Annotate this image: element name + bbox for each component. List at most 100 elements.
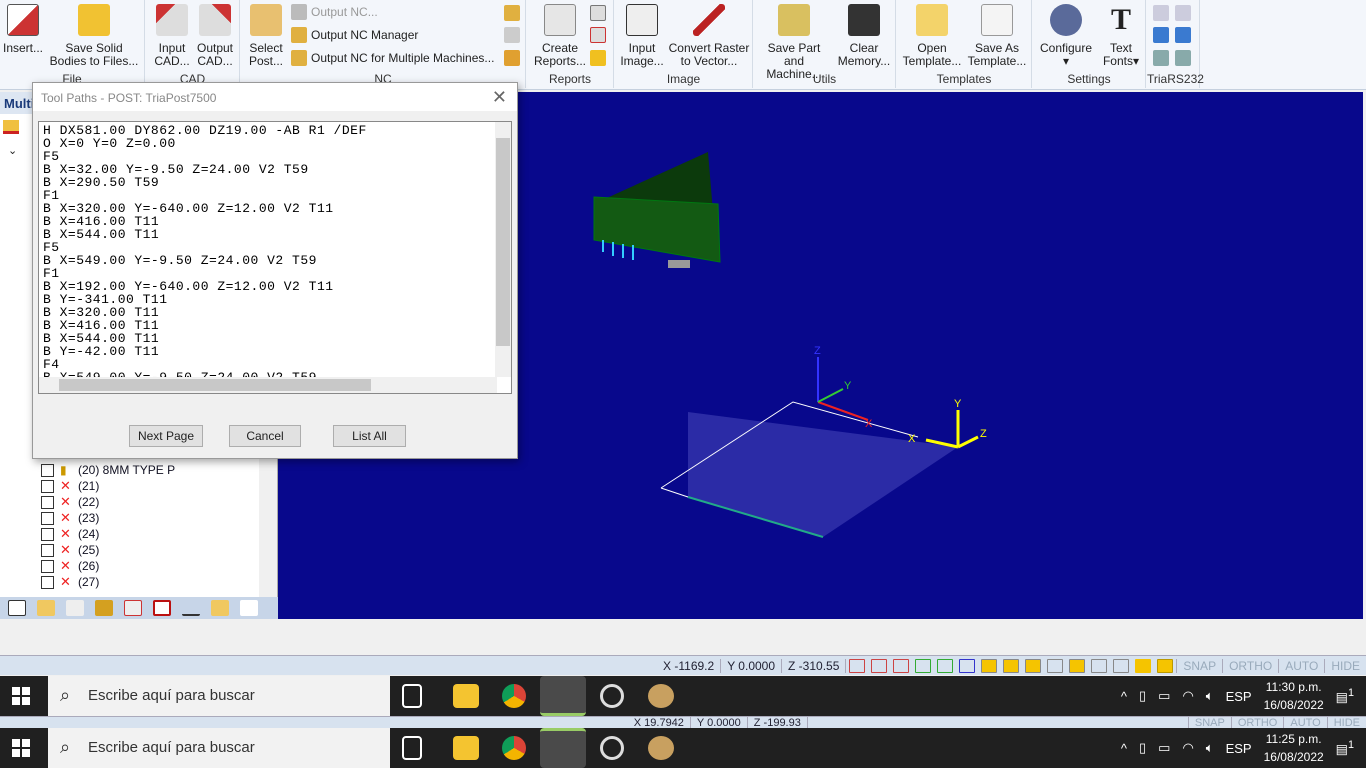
meet-icon[interactable]: ▯ [1139,740,1146,756]
rs232-tools-icon[interactable] [1153,50,1169,66]
checkbox[interactable] [41,559,54,573]
media-app-icon[interactable] [600,684,624,708]
clock[interactable]: 11:30 p.m. 16/08/2022 [1264,678,1324,714]
rs232-tools-icon[interactable] [1175,50,1191,66]
box-view-icon[interactable] [1113,658,1130,673]
chevron-down-icon[interactable]: ⌄ [8,144,17,157]
save-part-machine-button[interactable]: Save Part and Machine... [756,2,832,81]
checkbox[interactable] [41,463,54,477]
box-view-icon[interactable] [1003,658,1020,673]
solid-icon[interactable] [37,600,55,616]
view-front-icon[interactable] [871,658,888,673]
output-nc-manager-button[interactable]: Output NC Manager [291,27,418,43]
axis-icon[interactable] [937,658,954,673]
tool-icon[interactable] [95,600,113,616]
app-active-icon[interactable] [540,728,586,768]
snap-toggle[interactable]: SNAP [1176,658,1222,673]
rs232-transfer-icon[interactable] [1153,27,1169,43]
checkbox[interactable] [41,527,54,541]
convert-raster-button[interactable]: Convert Raster to Vector... [667,2,751,68]
chevron-up-icon[interactable]: ^ [1121,741,1127,756]
tree-icon[interactable] [66,600,84,616]
axis-icon[interactable] [959,658,976,673]
output-nc-multiple-button[interactable]: Output NC for Multiple Machines... [291,50,494,66]
checkbox[interactable] [41,511,54,525]
input-image-button[interactable]: Input Image... [619,2,665,68]
transfer-icon[interactable] [124,600,142,616]
box-view-icon[interactable] [1025,658,1042,673]
save-as-template-button[interactable]: Save As Template... [965,2,1029,68]
meet-icon[interactable]: ▯ [1139,688,1146,704]
report-view-icon[interactable] [590,5,606,21]
paint-palette-icon[interactable] [648,684,674,708]
open-template-button[interactable]: Open Template... [901,2,963,68]
cancel-button[interactable]: Cancel [229,425,301,447]
auto-toggle[interactable]: AUTO [1278,658,1324,673]
media-app-icon[interactable] [600,736,624,760]
chevron-up-icon[interactable]: ^ [1121,689,1127,704]
layers-icon[interactable] [211,600,229,616]
rs232-send-icon[interactable] [1153,5,1169,21]
report-check-icon[interactable] [590,27,606,43]
new-folder-icon[interactable] [3,120,19,134]
wifi-icon[interactable]: ◠ [1182,740,1193,756]
pocket-icon[interactable] [153,600,171,616]
output-cad-button[interactable]: Output CAD... [194,2,236,68]
task-view-icon[interactable] [402,736,422,760]
nc-code-textarea[interactable]: H DX581.00 DY862.00 DZ19.00 -AB R1 /DEF … [38,121,512,394]
origin-icon[interactable] [182,600,200,616]
language-indicator[interactable]: ESP [1226,741,1252,756]
nc-doc-icon[interactable] [504,27,520,43]
checkbox[interactable] [41,543,54,557]
checkbox[interactable] [41,575,54,589]
horizontal-scrollbar[interactable] [39,377,497,393]
chrome-icon[interactable] [502,736,526,760]
text-fonts-button[interactable]: T Text Fonts▾ [1099,2,1143,68]
battery-icon[interactable]: ▭ [1158,740,1170,756]
ortho-toggle[interactable]: ORTHO [1230,717,1284,728]
checkbox[interactable] [41,495,54,509]
list-icon[interactable] [8,600,26,616]
taskbar-search[interactable]: ⌕ Escribe aquí para buscar [48,676,390,716]
plane-icon[interactable] [1157,658,1174,673]
volume-icon[interactable]: 🔈︎ [1206,740,1214,756]
close-icon[interactable]: ✕ [492,87,507,108]
box-view-icon[interactable] [1047,658,1064,673]
insert-button[interactable]: Insert... [2,2,44,55]
tree-item[interactable]: ✕ (25) [0,542,258,558]
file-explorer-icon[interactable] [453,736,479,760]
input-cad-button[interactable]: Input CAD... [152,2,192,68]
snap-toggle[interactable]: SNAP [1187,717,1231,728]
origin-arrow-icon[interactable] [1135,658,1152,673]
nc-list-icon[interactable] [504,5,520,21]
next-page-button[interactable]: Next Page [129,425,203,447]
box-view-icon[interactable] [981,658,998,673]
tree-item[interactable]: ✕ (27) [0,574,258,590]
paint-palette-icon[interactable] [648,736,674,760]
hide-toggle[interactable]: HIDE [1324,658,1366,673]
language-indicator[interactable]: ESP [1226,689,1252,704]
auto-toggle[interactable]: AUTO [1283,717,1326,728]
file-explorer-icon[interactable] [453,684,479,708]
list-all-button[interactable]: List All [333,425,406,447]
tree-item[interactable]: ▮ (20) 8MM TYPE P [0,462,258,478]
notification-icon[interactable]: ▤1 [1336,687,1354,705]
tree-item[interactable]: ✕ (24) [0,526,258,542]
tree-item[interactable]: ✕ (26) [0,558,258,574]
wifi-icon[interactable]: ◠ [1182,688,1193,704]
save-solid-bodies-button[interactable]: Save Solid Bodies to Files... [46,2,142,68]
tree-item[interactable]: ✕ (23) [0,510,258,526]
ortho-toggle[interactable]: ORTHO [1222,658,1278,673]
clear-memory-button[interactable]: Clear Memory... [834,2,894,68]
volume-icon[interactable]: 🔈︎ [1206,688,1214,704]
app-active-icon[interactable] [540,676,586,716]
tools-icon[interactable] [240,600,258,616]
notification-icon[interactable]: ▤1 [1336,739,1354,757]
configure-button[interactable]: Configure ▾ [1035,2,1097,68]
taskbar-search[interactable]: ⌕ Escribe aquí para buscar [48,728,390,768]
tree-item[interactable]: ✕ (22) [0,494,258,510]
rs232-send-icon[interactable] [1175,5,1191,21]
axis-icon[interactable] [915,658,932,673]
output-nc-button[interactable]: Output NC... [291,4,378,20]
box-view-icon[interactable] [1091,658,1108,673]
